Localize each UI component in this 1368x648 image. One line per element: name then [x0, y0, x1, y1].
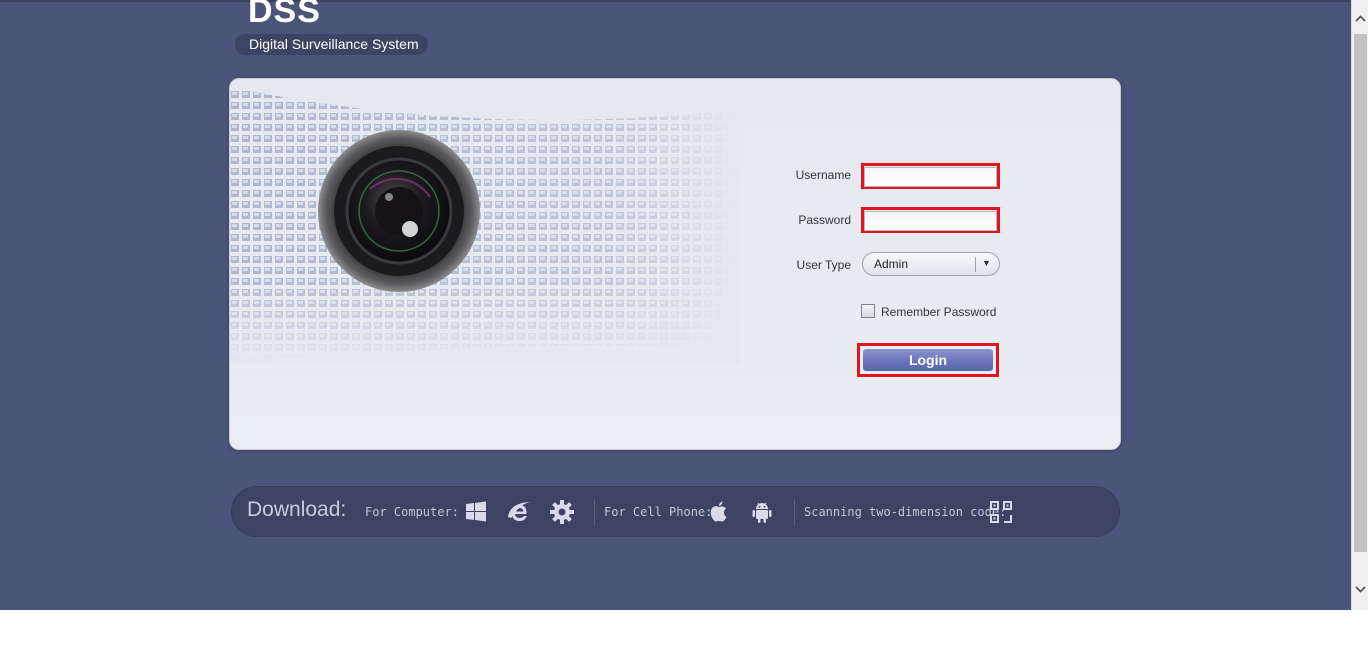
for-cell-phone-label: For Cell Phone:: [604, 505, 713, 519]
for-computer-label: For Computer:: [365, 505, 459, 519]
windows-icon[interactable]: [463, 499, 489, 525]
user-type-label: User Type: [796, 258, 851, 272]
internet-explorer-icon[interactable]: [506, 499, 532, 525]
scroll-down-button[interactable]: [1352, 581, 1368, 598]
password-highlight: [861, 207, 1000, 233]
download-bar: Download: For Computer: For Cell Phone: …: [231, 486, 1120, 537]
remember-password-checkbox[interactable]: [861, 304, 875, 318]
chevron-down-icon: [1355, 586, 1366, 593]
qr-code-label: Scanning two-dimension code:: [804, 505, 1007, 519]
camera-lens-hero-image: [230, 79, 740, 364]
apple-icon[interactable]: [706, 499, 732, 525]
chevron-down-icon: ▼: [982, 258, 991, 268]
user-type-value: Admin: [874, 257, 909, 271]
username-input[interactable]: [864, 167, 997, 187]
top-border: [0, 0, 1368, 2]
password-input[interactable]: [864, 211, 997, 231]
download-separator: [594, 499, 595, 526]
download-title: Download:: [247, 498, 347, 521]
username-label: Username: [795, 168, 851, 182]
username-highlight: [861, 163, 1000, 189]
android-icon[interactable]: [749, 499, 775, 525]
chevron-up-icon: [1355, 15, 1366, 22]
scrollbar-thumb[interactable]: [1354, 34, 1367, 552]
logo-title: DSS: [248, 0, 321, 30]
page-viewport: DSS Digital Surveillance System Username…: [0, 0, 1368, 610]
password-label: Password: [798, 213, 851, 227]
logo-subtitle: Digital Surveillance System: [235, 34, 428, 55]
gear-icon[interactable]: [549, 499, 575, 525]
vertical-scrollbar[interactable]: [1351, 0, 1368, 610]
login-button-highlight: Login: [857, 343, 999, 377]
login-button[interactable]: Login: [863, 349, 993, 371]
login-panel: Username Password User Type Admin ▼ Reme…: [229, 78, 1121, 450]
remember-password-label[interactable]: Remember Password: [881, 305, 996, 319]
scroll-up-button[interactable]: [1352, 10, 1368, 27]
select-divider: [975, 257, 976, 272]
download-separator: [794, 499, 795, 526]
user-type-select[interactable]: Admin ▼: [862, 252, 1000, 276]
qr-code-icon[interactable]: [988, 499, 1014, 525]
